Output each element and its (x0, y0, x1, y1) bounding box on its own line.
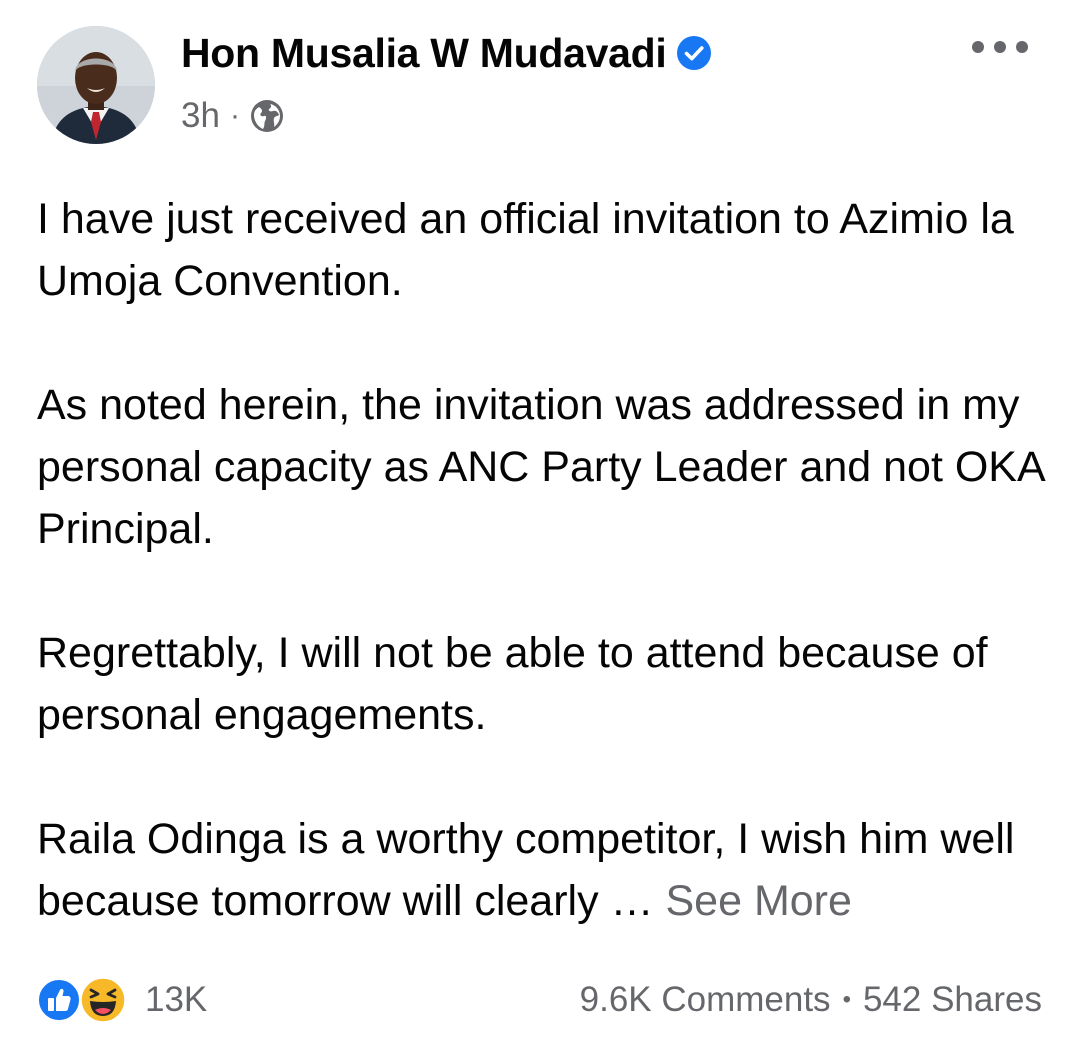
more-dot (994, 41, 1006, 53)
see-more-link[interactable]: See More (665, 877, 851, 925)
reaction-count: 13K (145, 980, 208, 1019)
more-dot (1016, 41, 1028, 53)
post-text: I have just received an official invitat… (37, 188, 1047, 932)
author-name[interactable]: Hon Musalia W Mudavadi (181, 30, 667, 77)
comments-count-link[interactable]: 9.6K Comments (580, 980, 831, 1020)
haha-icon (79, 976, 127, 1024)
reaction-icons (37, 976, 137, 1024)
profile-photo (37, 26, 155, 144)
stats-separator: • (842, 986, 851, 1013)
shares-count-link[interactable]: 542 Shares (863, 980, 1042, 1020)
post-paragraph: Regrettably, I will not be able to atten… (37, 629, 988, 739)
like-icon (37, 978, 81, 1022)
post-paragraph-text: Raila Odinga is a worthy competitor, I w… (37, 815, 1015, 925)
more-dot (972, 41, 984, 53)
verified-badge-icon (677, 36, 712, 70)
post-timestamp[interactable]: 3h (181, 96, 220, 136)
globe-icon[interactable] (250, 99, 284, 133)
engagement-stats: 9.6K Comments • 542 Shares (580, 975, 1042, 1025)
post-paragraph-last: Raila Odinga is a worthy competitor, I w… (37, 808, 1047, 932)
reactions-summary[interactable]: 13K (37, 975, 207, 1025)
meta-separator: · (229, 99, 240, 132)
avatar[interactable] (37, 26, 155, 144)
author-row: Hon Musalia W Mudavadi (181, 28, 712, 78)
post-paragraph: As noted herein, the invitation was addr… (37, 381, 1044, 553)
facebook-post: Hon Musalia W Mudavadi 3h · I have just … (0, 0, 1080, 1062)
post-paragraph: I have just received an official invitat… (37, 195, 1014, 305)
post-meta: 3h · (181, 94, 284, 138)
more-options-button[interactable] (972, 30, 1028, 64)
